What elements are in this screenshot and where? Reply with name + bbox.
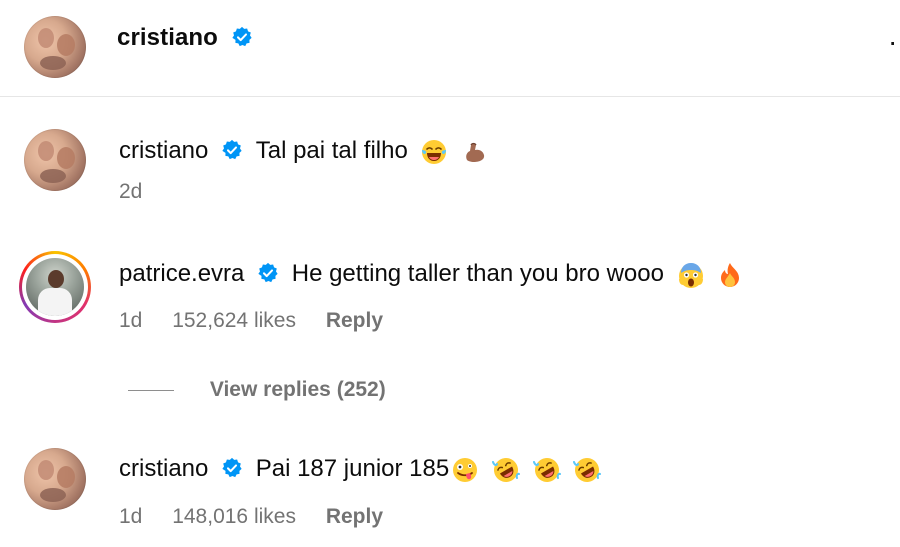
laughing-tears-emoji-icon [422,139,447,164]
comment-username[interactable]: patrice.evra [119,260,244,287]
comment-body: cristiano Tal pai tal filho [119,137,489,166]
comment-avatar [26,258,84,316]
verified-badge-icon [258,262,278,282]
verified-badge-icon [232,26,252,46]
comment-text: Pai 187 junior 185 [255,455,450,482]
comment-meta: 1d 152,624 likes Reply [119,309,407,333]
comment-username[interactable]: cristiano [119,455,208,482]
story-ring-avatar[interactable] [19,251,91,323]
comment-meta: 2d [119,180,166,204]
comment-body: patrice.evra He getting taller than you … [119,260,743,289]
view-replies-button[interactable]: View replies (252) [128,378,386,402]
rofl-emoji-icon [532,457,561,482]
header-username-row[interactable]: cristiano [117,24,253,52]
view-replies-label: View replies (252) [209,378,386,401]
comment-avatar[interactable] [24,448,86,510]
comment-text: He getting taller than you bro wooo [291,260,664,287]
post-header: cristiano · [0,0,900,97]
comment-likes[interactable]: 148,016 likes [172,505,296,528]
header-username[interactable]: cristiano [117,24,218,51]
comment-likes[interactable]: 152,624 likes [172,309,296,332]
comment-text: Tal pai tal filho [255,137,408,164]
comment-body: cristiano Pai 187 junior 185 [119,455,602,484]
flexed-biceps-emoji-icon [466,142,485,162]
comment-time: 2d [119,180,143,203]
comment-username[interactable]: cristiano [119,137,208,164]
comment-avatar[interactable] [24,129,86,191]
reply-button[interactable]: Reply [326,309,383,332]
fire-emoji-icon [721,262,740,287]
more-options-icon[interactable]: · [888,26,900,58]
reply-button[interactable]: Reply [326,505,383,528]
rofl-emoji-icon [491,457,520,482]
comment-time: 1d [119,505,143,528]
header-avatar[interactable] [24,16,86,78]
zany-face-emoji-icon [453,457,478,482]
comment-meta: 1d 148,016 likes Reply [119,505,407,529]
verified-badge-icon [222,457,242,477]
rofl-emoji-icon [573,457,602,482]
replies-divider [128,389,174,391]
verified-badge-icon [222,139,242,159]
screaming-face-emoji-icon [678,262,703,288]
comment-time: 1d [119,309,143,332]
